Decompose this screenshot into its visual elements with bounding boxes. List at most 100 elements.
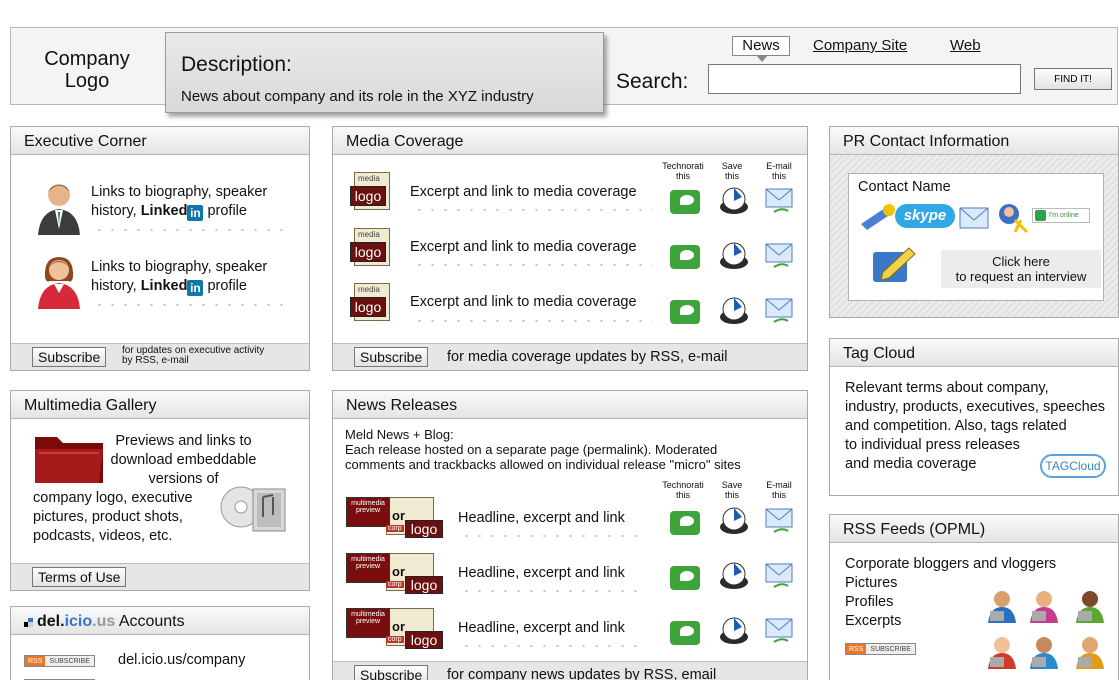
search-label: Search: [616,70,689,93]
rss-feed-item[interactable]: Corporate bloggers and vloggers [845,555,1056,574]
tab-web[interactable]: Web [950,37,981,54]
col-email-label: E-mail this [766,480,792,500]
rss-subscribe-button[interactable]: RSS SUBSCRIBE [845,643,916,655]
executive-corner-panel: Executive Corner Links to biography, spe… [10,126,310,371]
panel-title: Executive Corner [11,127,309,155]
news-link[interactable]: link [603,510,625,526]
technorati-icon[interactable] [670,245,700,269]
save-icon[interactable] [718,615,750,645]
news-item: Headline, excerpt and link [458,565,625,581]
request-interview-icon[interactable] [869,244,917,286]
tab-company-site[interactable]: Company Site [813,37,907,54]
panel-footer: Subscribe for media coverage updates by … [333,343,807,370]
panel-title: del.icio.us Accounts [11,607,309,635]
executive-1-text: Links to biography, speaker history, Lin… [91,184,268,221]
tag-cloud-panel: Tag Cloud Relevant terms about company, … [829,338,1119,496]
technorati-icon[interactable] [670,566,700,590]
media-logo: media logo [350,283,394,325]
folder-icon [35,437,103,483]
pr-contact-card: Contact Name skype I'm online Click here… [848,173,1104,301]
news-subscribe-button[interactable]: Subscribe [354,665,429,680]
multimedia-preview-logo: multimedia preview or corp logo [346,497,446,539]
dotted-separator [413,320,653,322]
news-item: Headline, excerpt and link [458,620,625,636]
company-logo[interactable]: Company Logo [20,48,154,92]
media-link[interactable]: link [491,239,513,255]
messenger-icon[interactable] [995,202,1029,234]
email-icon[interactable] [764,295,794,325]
delicious-account-1[interactable]: del.icio.us/company [118,652,245,668]
email-icon[interactable] [764,185,794,215]
request-interview-button[interactable]: Click here to request an interview [941,250,1101,288]
multimedia-preview-logo: multimedia preview or corp logo [346,553,446,595]
multimedia-preview-logo: multimedia preview or corp logo [346,608,446,650]
news-link[interactable]: link [603,565,625,581]
dotted-separator [413,209,653,211]
media-email-link[interactable]: e-mail [688,349,727,365]
media-item: Excerpt and link to media coverage [410,184,637,200]
media-item: Excerpt and link to media coverage [410,239,637,255]
media-disc-icon [220,486,286,532]
panel-title: PR Contact Information [830,127,1118,155]
executive-2-text: Links to biography, speaker history, Lin… [91,259,268,296]
technorati-icon[interactable] [670,621,700,645]
panel-title: News Releases [333,391,807,419]
news-link[interactable]: link [603,620,625,636]
tab-news-pointer [756,55,768,62]
dotted-separator [460,590,645,592]
news-subscribe-text: for company news updates by RSS, email [447,667,717,680]
email-icon[interactable] [958,204,992,232]
delicious-panel: del.icio.us Accounts RSS SUBSCRIBE del.ic… [10,606,310,680]
linkedin-logo[interactable]: Linked in [141,203,204,221]
terms-of-use-button[interactable]: Terms of Use [32,567,127,587]
save-icon[interactable] [718,560,750,590]
technorati-icon[interactable] [670,511,700,535]
gallery-text-bottom: company logo, executive pictures, produc… [33,490,193,544]
panel-title: Multimedia Gallery [11,391,309,419]
save-icon[interactable] [718,185,750,215]
dotted-separator [460,645,645,647]
skype-icon[interactable]: skype [895,204,955,228]
media-subscribe-button[interactable]: Subscribe [354,347,429,367]
description-text: News about company and its role in the X… [181,88,534,105]
executive-email-link[interactable]: e-mail [161,355,188,366]
media-item: Excerpt and link to media coverage [410,294,637,310]
panel-footer: Terms of Use [11,563,309,590]
save-icon[interactable] [718,240,750,270]
save-icon[interactable] [718,295,750,325]
technorati-icon[interactable] [670,190,700,214]
media-logo: media logo [350,228,394,270]
email-icon[interactable] [764,615,794,645]
dotted-separator [93,229,283,231]
find-it-button[interactable]: FIND IT! [1034,68,1112,90]
save-icon[interactable] [718,505,750,535]
search-input[interactable] [708,64,1021,94]
news-item: Headline, excerpt and link [458,510,625,526]
delicious-title: del.icio.us Accounts [37,613,185,630]
col-technorati-label: Technorati this [662,480,704,500]
panel-footer: Subscribe for company news updates by RS… [333,661,807,680]
linkedin-logo[interactable]: Linked in [141,278,204,296]
dotted-separator [413,264,653,266]
email-icon[interactable] [764,505,794,535]
panel-title: Tag Cloud [830,339,1118,367]
technorati-icon[interactable] [670,300,700,324]
executive-rss-link[interactable]: RSS [135,355,156,366]
online-status-badge: I'm online [1032,208,1090,223]
delicious-icon [24,618,33,627]
media-link[interactable]: link [491,184,513,200]
dotted-separator [460,535,645,537]
media-link[interactable]: link [491,294,513,310]
tagcloud-logo[interactable]: TAGCloud [1040,454,1106,478]
media-coverage-panel: Media Coverage Technorati this Save this… [332,126,808,371]
tab-news[interactable]: News [732,36,790,56]
email-icon[interactable] [764,560,794,590]
executive-male-icon [38,184,80,235]
executive-subscribe-text: for updates on executive activity by RSS… [122,345,265,366]
logo-line-2: Logo [64,70,110,92]
delicious-rss-subscribe-button[interactable]: RSS SUBSCRIBE [24,655,95,667]
executive-subscribe-button[interactable]: Subscribe [32,347,107,367]
phone-icon[interactable] [859,202,897,230]
media-rss-link[interactable]: RSS [650,349,680,365]
email-icon[interactable] [764,240,794,270]
